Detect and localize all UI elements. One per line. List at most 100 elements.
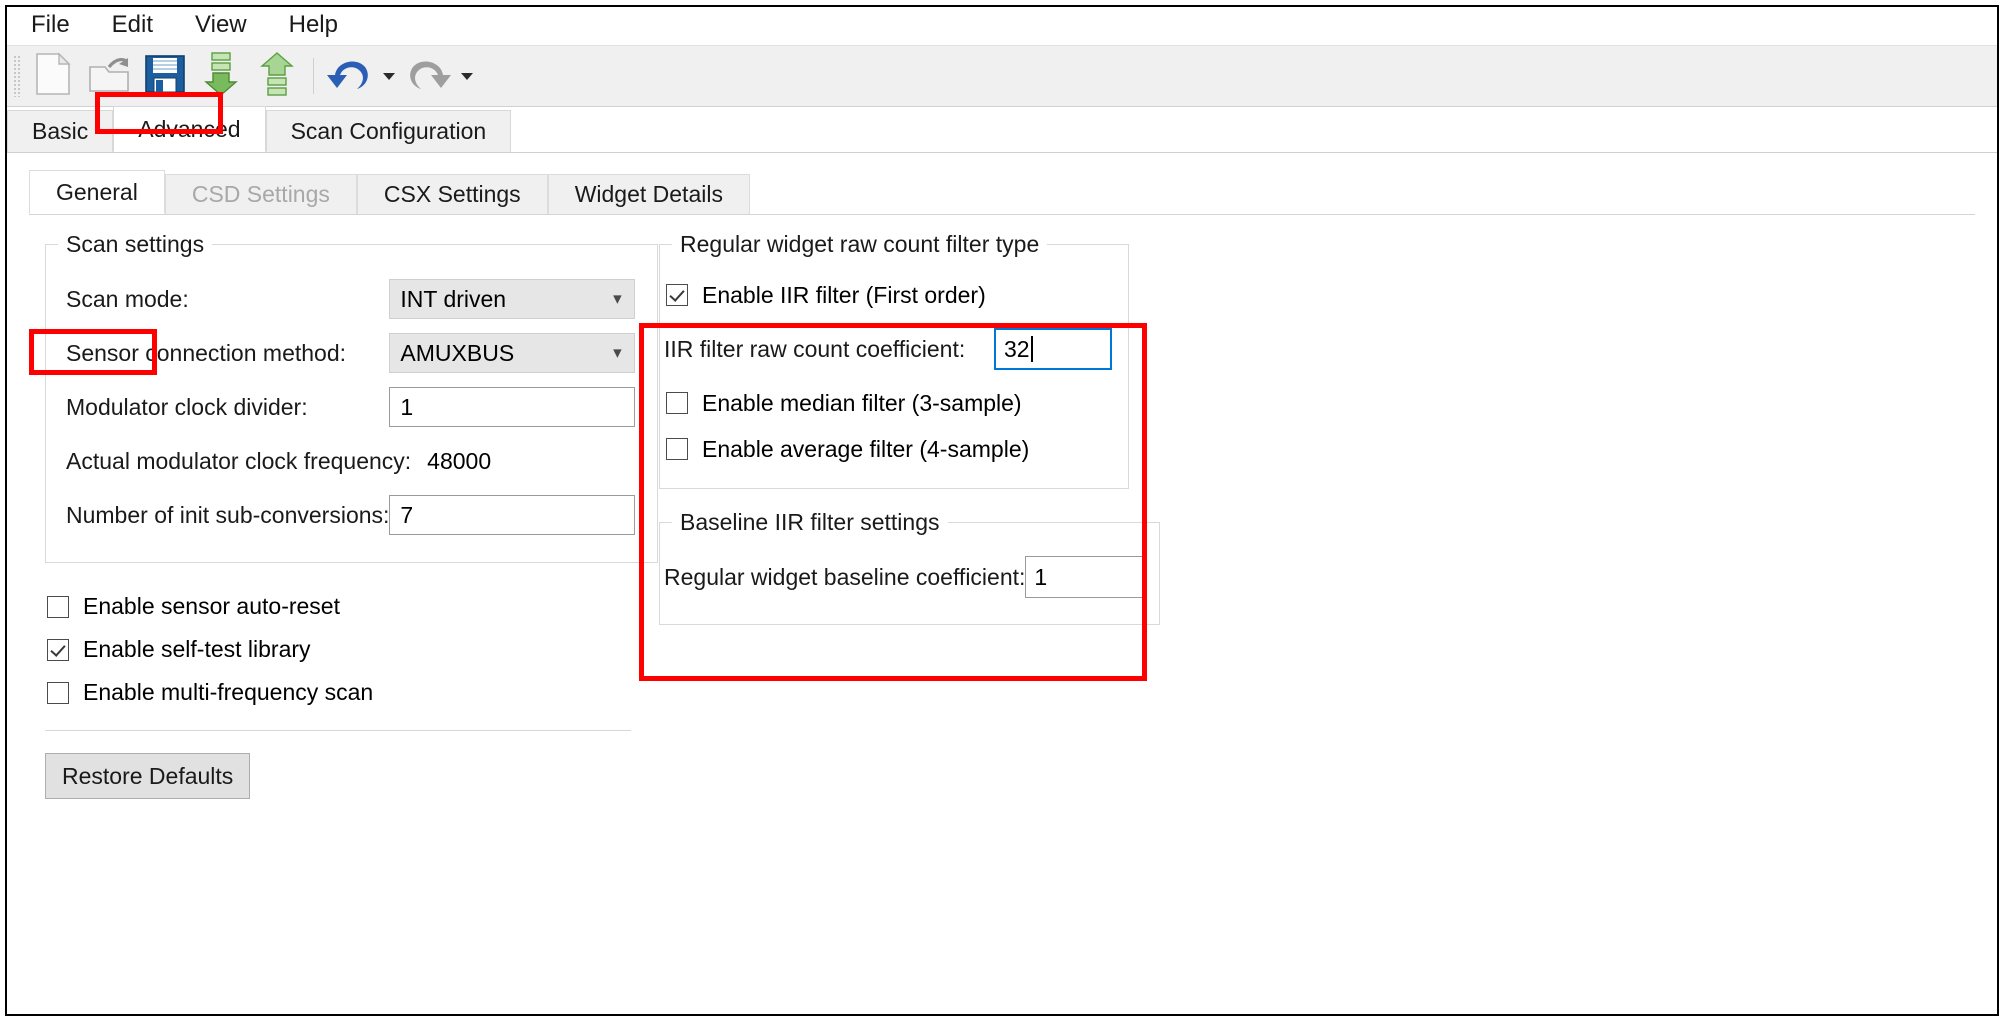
app-window: File Edit View Help Basic Advanced Scan … bbox=[0, 0, 2004, 1021]
sensor-connection-method-row: Sensor connection method: AMUXBUS ▾ bbox=[46, 326, 657, 380]
subtab-csx-settings-label: CSX Settings bbox=[383, 181, 521, 207]
baseline-filter-group: Baseline IIR filter settings Regular wid… bbox=[659, 509, 1161, 625]
open-folder-icon bbox=[87, 53, 131, 100]
section-divider bbox=[45, 730, 631, 731]
apply-to-device-button[interactable] bbox=[193, 50, 249, 102]
save-floppy-icon bbox=[144, 53, 186, 100]
upload-arrow-icon bbox=[258, 51, 296, 102]
subtab-general-label: General bbox=[56, 178, 138, 205]
sensor-connection-method-label: Sensor connection method: bbox=[66, 339, 347, 366]
redo-dropdown-button[interactable] bbox=[456, 50, 478, 102]
enable-self-test-library-row[interactable]: Enable self-test library bbox=[47, 628, 637, 671]
raw-count-filter-legend: Regular widget raw count filter type bbox=[680, 231, 1040, 257]
enable-median-filter-label: Enable median filter (3-sample) bbox=[702, 389, 1022, 416]
toolbar bbox=[7, 45, 1997, 107]
sensor-connection-method-select[interactable]: AMUXBUS ▾ bbox=[389, 333, 636, 373]
subtab-csd-settings: CSD Settings bbox=[164, 174, 357, 214]
enable-median-filter-checkbox[interactable] bbox=[666, 392, 688, 414]
actual-modulator-clock-frequency-label: Actual modulator clock frequency: bbox=[66, 447, 412, 474]
scan-mode-label: Scan mode: bbox=[66, 285, 189, 312]
undo-dropdown-button[interactable] bbox=[378, 50, 400, 102]
redo-icon bbox=[405, 53, 451, 100]
baseline-coefficient-row: Regular widget baseline coefficient: 1 bbox=[660, 550, 1159, 604]
enable-multi-frequency-scan-checkbox[interactable] bbox=[47, 681, 69, 704]
menu-item-edit[interactable]: Edit bbox=[102, 9, 171, 43]
undo-icon bbox=[327, 53, 373, 100]
toolbar-separator bbox=[313, 58, 314, 94]
iir-coefficient-row: IIR filter raw count coefficient: 32 bbox=[660, 318, 1128, 380]
tab-scan-configuration-label: Scan Configuration bbox=[290, 118, 487, 144]
enable-sensor-auto-reset-checkbox[interactable] bbox=[47, 595, 69, 618]
subtab-general[interactable]: General bbox=[29, 170, 165, 214]
subtab-csx-settings[interactable]: CSX Settings bbox=[356, 174, 548, 214]
chevron-down-icon: ▾ bbox=[613, 343, 622, 362]
new-file-button[interactable] bbox=[25, 50, 81, 102]
sub-tab-strip: General CSD Settings CSX Settings Widget… bbox=[29, 170, 1975, 215]
read-from-device-button[interactable] bbox=[249, 50, 305, 102]
baseline-coefficient-input[interactable]: 1 bbox=[1025, 556, 1144, 598]
bottom-filler bbox=[7, 998, 1997, 1014]
tab-advanced[interactable]: Advanced bbox=[113, 106, 266, 152]
menu-bar: File Edit View Help bbox=[7, 7, 1997, 45]
enable-multi-frequency-scan-row[interactable]: Enable multi-frequency scan bbox=[47, 671, 637, 714]
enable-sensor-auto-reset-label: Enable sensor auto-reset bbox=[83, 593, 340, 619]
scan-mode-value: INT driven bbox=[400, 285, 507, 312]
enable-average-filter-label: Enable average filter (4-sample) bbox=[702, 435, 1030, 462]
chevron-down-icon bbox=[383, 72, 395, 80]
scan-settings-group: Scan settings Scan mode: INT driven ▾ Se… bbox=[45, 231, 659, 563]
scan-settings-legend: Scan settings bbox=[66, 231, 205, 257]
enable-iir-filter-checkbox[interactable] bbox=[666, 284, 688, 306]
actual-modulator-clock-frequency-value: 48000 bbox=[427, 447, 492, 474]
number-of-init-sub-conversions-label: Number of init sub-conversions: bbox=[66, 501, 390, 528]
baseline-coefficient-value: 1 bbox=[1034, 563, 1048, 590]
enable-average-filter-row[interactable]: Enable average filter (4-sample) bbox=[666, 426, 1128, 472]
menu-item-help[interactable]: Help bbox=[279, 9, 356, 43]
enable-median-filter-row[interactable]: Enable median filter (3-sample) bbox=[666, 380, 1128, 426]
restore-defaults-button[interactable]: Restore Defaults bbox=[45, 753, 251, 799]
enable-average-filter-checkbox[interactable] bbox=[666, 438, 688, 460]
number-of-init-sub-conversions-row: Number of init sub-conversions: 7 bbox=[46, 488, 657, 542]
modulator-clock-divider-value: 1 bbox=[400, 393, 414, 420]
enable-self-test-library-checkbox[interactable] bbox=[47, 638, 69, 661]
subtab-widget-details-label: Widget Details bbox=[574, 181, 723, 207]
modulator-clock-divider-row: Modulator clock divider: 1 bbox=[46, 380, 657, 434]
window-frame: File Edit View Help Basic Advanced Scan … bbox=[5, 5, 1999, 1016]
raw-count-filter-group: Regular widget raw count filter type Ena… bbox=[659, 231, 1129, 489]
undo-button[interactable] bbox=[322, 50, 378, 102]
baseline-coefficient-label: Regular widget baseline coefficient: bbox=[664, 563, 1026, 590]
enable-iir-filter-label: Enable IIR filter (First order) bbox=[702, 281, 986, 308]
toolbar-grip[interactable] bbox=[13, 55, 21, 97]
tab-basic[interactable]: Basic bbox=[7, 110, 114, 152]
scan-mode-row: Scan mode: INT driven ▾ bbox=[46, 272, 657, 326]
enable-iir-filter-row[interactable]: Enable IIR filter (First order) bbox=[666, 272, 1128, 318]
modulator-clock-divider-input[interactable]: 1 bbox=[389, 387, 636, 427]
tab-scan-configuration[interactable]: Scan Configuration bbox=[265, 110, 512, 152]
redo-button[interactable] bbox=[400, 50, 456, 102]
save-button[interactable] bbox=[137, 50, 193, 102]
main-tab-strip: Basic Advanced Scan Configuration bbox=[7, 106, 1997, 153]
left-column: Scan settings Scan mode: INT driven ▾ Se… bbox=[45, 231, 659, 799]
subtab-csd-settings-label: CSD Settings bbox=[191, 181, 330, 207]
sensor-connection-method-value: AMUXBUS bbox=[400, 339, 515, 366]
iir-coefficient-value: 32 bbox=[1004, 335, 1030, 362]
advanced-tab-page: General CSD Settings CSX Settings Widget… bbox=[7, 153, 1997, 1014]
menu-item-view[interactable]: View bbox=[185, 9, 265, 43]
number-of-init-sub-conversions-input[interactable]: 7 bbox=[389, 495, 636, 535]
chevron-down-icon: ▾ bbox=[613, 289, 622, 308]
modulator-clock-divider-label: Modulator clock divider: bbox=[66, 393, 308, 420]
chevron-down-icon bbox=[461, 72, 473, 80]
iir-coefficient-label: IIR filter raw count coefficient: bbox=[664, 335, 966, 362]
subtab-widget-details[interactable]: Widget Details bbox=[547, 174, 750, 214]
enable-sensor-auto-reset-row[interactable]: Enable sensor auto-reset bbox=[47, 585, 637, 628]
iir-coefficient-input[interactable]: 32 bbox=[994, 328, 1112, 370]
scan-mode-select[interactable]: INT driven ▾ bbox=[389, 279, 636, 319]
download-arrow-icon bbox=[202, 51, 240, 102]
menu-item-file[interactable]: File bbox=[21, 9, 88, 43]
new-file-icon bbox=[35, 51, 71, 101]
enable-self-test-library-label: Enable self-test library bbox=[83, 636, 311, 662]
tab-advanced-label: Advanced bbox=[138, 115, 241, 142]
enable-multi-frequency-scan-label: Enable multi-frequency scan bbox=[83, 679, 374, 705]
text-caret bbox=[1030, 336, 1033, 362]
open-file-button[interactable] bbox=[81, 50, 137, 102]
tab-basic-label: Basic bbox=[32, 118, 89, 144]
